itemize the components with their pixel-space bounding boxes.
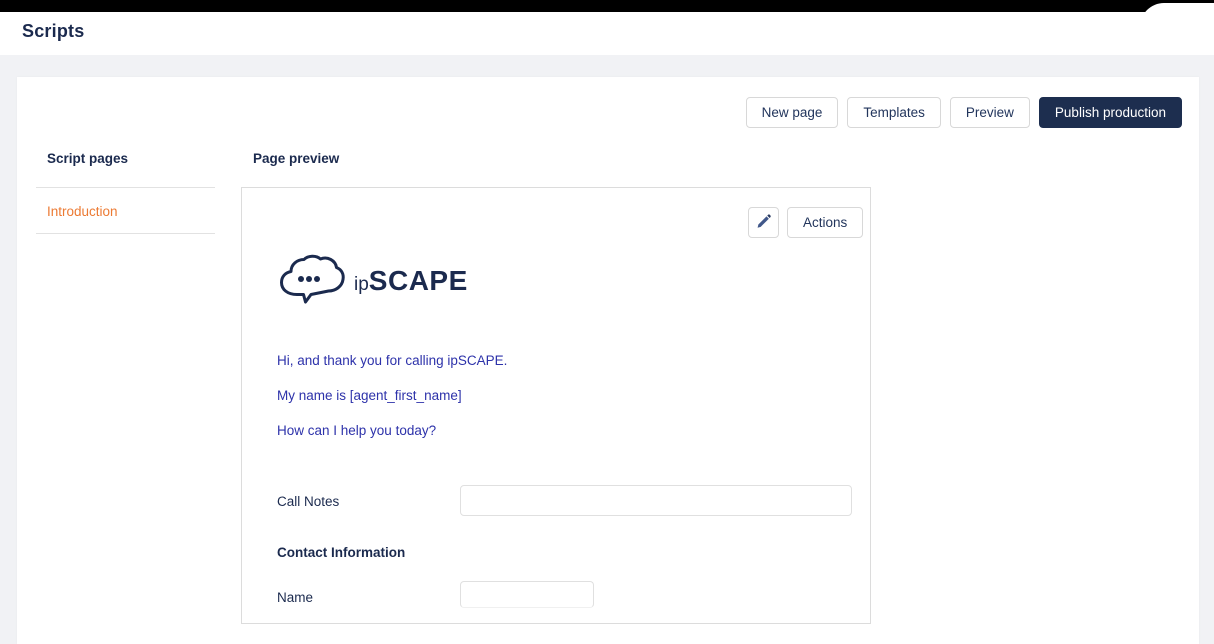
edit-page-button[interactable] <box>748 207 779 238</box>
page-preview-heading: Page preview <box>253 151 339 166</box>
script-text-line: Hi, and thank you for calling ipSCAPE. <box>277 353 507 368</box>
publish-production-button[interactable]: Publish production <box>1039 97 1182 128</box>
sidebar-item-introduction[interactable]: Introduction <box>47 204 118 219</box>
app-header: Scripts <box>0 12 1214 55</box>
contact-information-heading: Contact Information <box>277 545 405 560</box>
scripts-editor-card: New page Templates Preview Publish produ… <box>17 77 1199 644</box>
name-input[interactable] <box>460 581 594 608</box>
pencil-icon <box>756 214 771 232</box>
call-notes-input[interactable] <box>460 485 852 516</box>
top-right-rounded-panel <box>1140 3 1214 45</box>
ipscape-logo: ipSCAPE <box>276 253 468 309</box>
templates-button[interactable]: Templates <box>847 97 941 128</box>
name-label: Name <box>277 590 313 605</box>
script-text-line: How can I help you today? <box>277 423 436 438</box>
ipscape-logo-text: ipSCAPE <box>354 265 468 297</box>
top-black-bar <box>0 0 1214 12</box>
page-title: Scripts <box>22 21 84 42</box>
call-notes-label: Call Notes <box>277 494 339 509</box>
actions-button[interactable]: Actions <box>787 207 863 238</box>
script-pages-heading: Script pages <box>47 151 128 166</box>
new-page-button[interactable]: New page <box>746 97 839 128</box>
sidebar-divider <box>36 233 215 234</box>
page-preview-panel: Actions ipSCAPE Hi, and thank you for ca… <box>241 187 871 624</box>
cloud-speech-bubble-icon <box>276 253 348 309</box>
script-text-line: My name is [agent_first_name] <box>277 388 462 403</box>
sidebar-divider <box>36 187 215 188</box>
toolbar: New page Templates Preview Publish produ… <box>746 97 1182 128</box>
preview-button[interactable]: Preview <box>950 97 1030 128</box>
